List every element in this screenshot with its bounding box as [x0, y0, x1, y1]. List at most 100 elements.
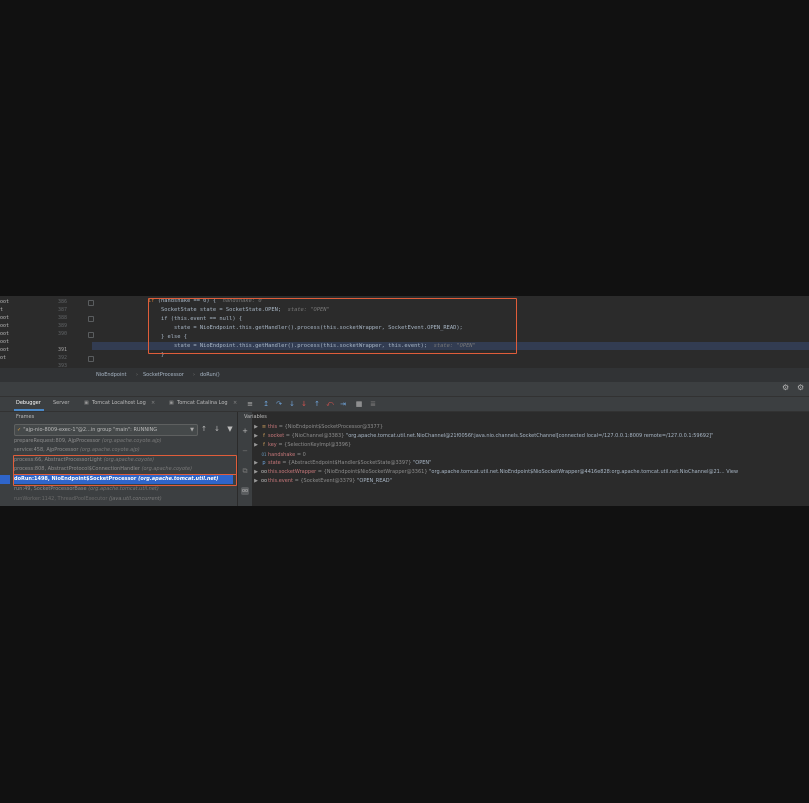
line-number: 389: [58, 323, 68, 329]
filter-icon[interactable]: ▼: [226, 425, 234, 433]
code-editor[interactable]: oot t oot oot oot oot oot ot 386 387 388…: [0, 296, 809, 369]
tree-fragment: oot: [0, 339, 10, 345]
variable-name: socket: [268, 433, 285, 439]
line-number: 392: [58, 355, 68, 361]
variable-row[interactable]: ▶ p state = {AbstractEndpoint$Handler$Sock…: [252, 459, 809, 468]
expand-arrow-icon[interactable]: ▶: [252, 423, 260, 432]
active-tab-indicator: [14, 409, 44, 411]
project-tree-strip: oot t oot oot oot oot oot ot: [0, 296, 10, 368]
frame-method: service:458, AjpProcessor: [14, 447, 79, 453]
watch-icon: oo: [260, 469, 268, 475]
frame-package: (org.apache.tomcat.util.net): [88, 486, 159, 492]
variable-row[interactable]: 01handshake = 0: [252, 450, 809, 459]
line-number: 390: [58, 331, 68, 337]
stack-frame[interactable]: runWorker:1142, ThreadPoolExecutor (java…: [14, 495, 237, 504]
options-gear-icon[interactable]: ⚙: [797, 384, 805, 392]
thread-label: "ajp-nio-8009-exec-1"@2...in group "main…: [23, 427, 158, 433]
fold-marker-icon[interactable]: [88, 316, 94, 322]
fold-marker-icon[interactable]: [88, 356, 94, 362]
log-icon: ▣: [84, 400, 89, 406]
expand-arrow-icon[interactable]: ▶: [252, 432, 260, 441]
close-icon[interactable]: ×: [233, 400, 237, 406]
stack-frame[interactable]: run:49, SocketProcessorBase (org.apache.…: [14, 485, 237, 494]
expand-arrow-icon[interactable]: ▶: [252, 441, 260, 450]
remove-watch-icon[interactable]: −: [241, 447, 249, 455]
check-icon: ✓: [17, 427, 22, 433]
frame-method: runWorker:1142, ThreadPoolExecutor: [14, 496, 108, 502]
primitive-icon: 01: [261, 452, 267, 457]
breadcrumb: NioEndpoint › SocketProcessor › doRun(): [0, 368, 809, 382]
stack-frame[interactable]: prepareRequest:809, AjpProcessor (org.ap…: [14, 437, 237, 446]
variable-name: this.event: [268, 478, 293, 484]
annotation-box: [13, 474, 237, 486]
variables-pane: Variables ▶ ≡ this = {NioEndpoint$SocketPr…: [244, 412, 809, 506]
watch-icon: oo: [260, 478, 268, 484]
variable-name: handshake: [268, 452, 296, 458]
step-into-icon[interactable]: ↓: [288, 400, 296, 408]
frames-pane: Frames ✓ "ajp-nio-8009-exec-1"@2...in gro…: [0, 412, 237, 506]
add-watch-icon[interactable]: +: [241, 427, 249, 435]
field-icon: f: [263, 433, 265, 439]
close-icon[interactable]: ×: [151, 400, 155, 406]
step-over-icon[interactable]: ↷: [275, 400, 283, 408]
variable-type: = {NioChannel@3383}: [285, 433, 345, 439]
arrow-up-icon[interactable]: ↑: [200, 425, 208, 433]
arrow-down-icon[interactable]: ↓: [213, 425, 221, 433]
tree-fragment: oot: [0, 299, 10, 305]
show-execution-point-icon[interactable]: ↥: [262, 400, 270, 408]
expand-arrow-icon[interactable]: ▶: [252, 468, 260, 477]
variable-type: = {NioEndpoint$NioSocketWrapper@3361}: [317, 469, 428, 475]
line-number: 387: [58, 307, 68, 313]
variable-row[interactable]: ▶ f key = {SelectionKeyImpl@3396}: [252, 441, 809, 450]
line-number-current: 391: [58, 347, 68, 353]
field-icon: f: [263, 442, 265, 448]
fold-marker-icon[interactable]: [88, 332, 94, 338]
selection-marker: [0, 475, 10, 484]
force-step-into-icon[interactable]: ↓: [300, 400, 308, 408]
variables-side-toolbar: + − ⧉ oo: [238, 412, 252, 506]
expand-arrow-icon[interactable]: ▶: [252, 477, 260, 486]
breadcrumb-item[interactable]: doRun(): [200, 372, 220, 378]
tab-server[interactable]: Server: [53, 400, 69, 406]
line-number: 386: [58, 299, 68, 305]
tree-fragment: oot: [0, 331, 10, 337]
menu-icon[interactable]: ≡: [246, 400, 254, 408]
variable-row[interactable]: ▶ ≡ this = {NioEndpoint$SocketProcessor@33…: [252, 423, 809, 432]
debug-header: ⚙ ⚙: [0, 382, 809, 397]
stack-frame[interactable]: service:458, AjpProcessor (org.apache.co…: [14, 446, 237, 455]
tab-tomcat-catalina-log[interactable]: Tomcat Catalina Log: [177, 400, 228, 406]
breadcrumb-item[interactable]: NioEndpoint: [96, 372, 126, 378]
trace-icon[interactable]: ≣: [369, 400, 377, 408]
variable-row[interactable]: ▶ oothis.event = {SocketEvent@3379} "OPEN…: [252, 477, 809, 486]
object-icon: ≡: [261, 424, 267, 430]
show-watches-icon[interactable]: oo: [241, 487, 249, 495]
variable-type: = {AbstractEndpoint$Handler$SocketState@…: [282, 460, 412, 466]
variable-value: "OPEN": [413, 460, 432, 466]
thread-selector[interactable]: ✓ "ajp-nio-8009-exec-1"@2...in group "mai…: [14, 424, 198, 436]
variable-row[interactable]: ▶ f socket = {NioChannel@3383} "org.apache…: [252, 432, 809, 441]
variable-type: = {SelectionKeyImpl@3396}: [278, 442, 352, 448]
variable-name: key: [268, 442, 277, 448]
step-out-icon[interactable]: ↑: [313, 400, 321, 408]
tab-debugger[interactable]: Debugger: [16, 400, 41, 406]
settings-gear-icon[interactable]: ⚙: [782, 384, 790, 392]
parameter-icon: p: [262, 460, 266, 466]
annotation-box: [148, 298, 517, 354]
expand-arrow-icon[interactable]: ▶: [252, 459, 260, 468]
breadcrumb-separator-icon: ›: [193, 372, 195, 378]
drop-frame-icon[interactable]: ⤺: [326, 400, 334, 408]
line-gutter[interactable]: 386 387 388 389 390 391 392 393: [48, 296, 94, 369]
copy-icon[interactable]: ⧉: [241, 467, 249, 475]
tab-tomcat-localhost-log[interactable]: Tomcat Localhost Log: [92, 400, 146, 406]
frame-method: run:49, SocketProcessorBase: [14, 486, 87, 492]
ide-screenshot: oot t oot oot oot oot oot ot 386 387 388…: [0, 296, 809, 506]
annotation-box: [13, 455, 237, 475]
frame-method: prepareRequest:809, AjpProcessor: [14, 438, 101, 444]
run-to-cursor-icon[interactable]: ⇥: [339, 400, 347, 408]
evaluate-expression-icon[interactable]: ▦: [355, 400, 363, 408]
breadcrumb-item[interactable]: SocketProcessor: [143, 372, 184, 378]
variable-row[interactable]: ▶ oothis.socketWrapper = {NioEndpoint$Nio…: [252, 468, 809, 477]
variable-value: "OPEN_READ": [357, 478, 392, 484]
variable-value: "org.apache.tomcat.util.net.NioEndpoint$…: [429, 469, 739, 475]
fold-marker-icon[interactable]: [88, 300, 94, 306]
